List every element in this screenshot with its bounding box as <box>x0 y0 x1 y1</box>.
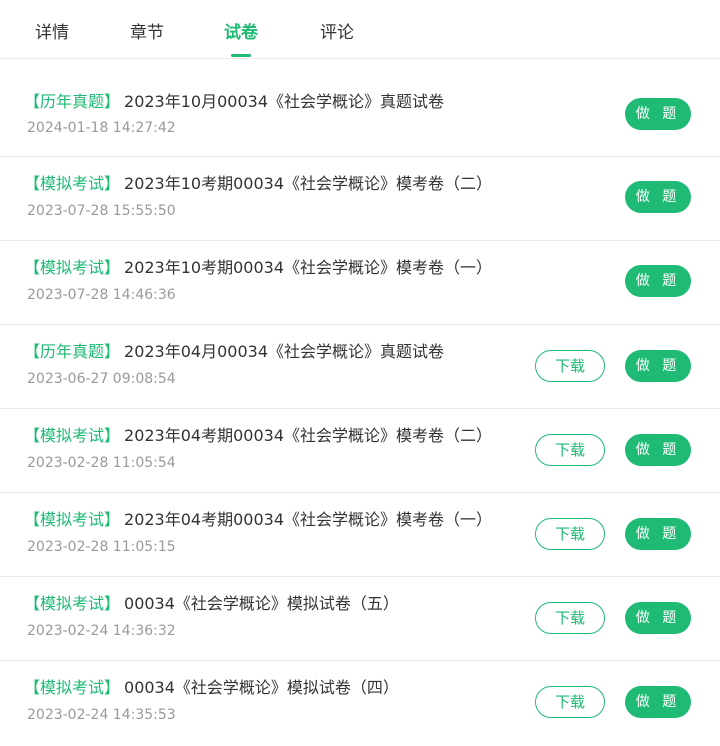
paper-tag: 【模拟考试】 <box>24 594 121 613</box>
paper-date: 2024-01-18 14:27:42 <box>27 120 176 136</box>
do-exercise-button[interactable]: 做 题 <box>625 602 691 634</box>
paper-title-line: 【模拟考试】 00034《社会学概论》模拟试卷（五） <box>24 593 399 615</box>
paper-date: 2023-07-28 15:55:50 <box>27 203 176 219</box>
paper-title: 00034《社会学概论》模拟试卷（四） <box>124 678 399 697</box>
tab-papers[interactable]: 试卷 <box>224 18 258 57</box>
paper-title: 2023年10月00034《社会学概论》真题试卷 <box>124 92 444 111</box>
paper-tag: 【模拟考试】 <box>24 510 121 529</box>
paper-row[interactable]: 【历年真题】 2023年10月00034《社会学概论》真题试卷 2024-01-1… <box>0 60 720 157</box>
paper-tag: 【模拟考试】 <box>24 426 121 445</box>
do-exercise-button[interactable]: 做 题 <box>625 686 691 718</box>
paper-title-line: 【模拟考试】 2023年04考期00034《社会学概论》模考卷（二） <box>24 425 492 447</box>
tab-papers-label: 试卷 <box>224 23 258 43</box>
download-button[interactable]: 下载 <box>535 602 605 634</box>
do-exercise-button[interactable]: 做 题 <box>625 518 691 550</box>
paper-tag: 【历年真题】 <box>24 342 121 361</box>
paper-date: 2023-02-24 14:35:53 <box>27 707 176 723</box>
paper-row[interactable]: 【历年真题】 2023年04月00034《社会学概论》真题试卷 2023-06-2… <box>0 325 720 409</box>
download-button[interactable]: 下载 <box>535 434 605 466</box>
paper-title: 2023年04考期00034《社会学概论》模考卷（二） <box>124 426 492 445</box>
do-exercise-button[interactable]: 做 题 <box>625 350 691 382</box>
paper-row[interactable]: 【模拟考试】 2023年10考期00034《社会学概论》模考卷（一） 2023-0… <box>0 241 720 325</box>
tab-comments[interactable]: 评论 <box>320 18 354 43</box>
do-exercise-button[interactable]: 做 题 <box>625 181 691 213</box>
paper-tag: 【模拟考试】 <box>24 678 121 697</box>
paper-title: 2023年10考期00034《社会学概论》模考卷（二） <box>124 174 492 193</box>
paper-title-line: 【模拟考试】 2023年10考期00034《社会学概论》模考卷（二） <box>24 173 492 195</box>
paper-title-line: 【模拟考试】 00034《社会学概论》模拟试卷（四） <box>24 677 399 699</box>
do-exercise-button[interactable]: 做 题 <box>625 265 691 297</box>
paper-list: 【历年真题】 2023年10月00034《社会学概论》真题试卷 2024-01-1… <box>0 60 720 745</box>
tab-bar: 详情 章节 试卷 评论 <box>0 0 720 59</box>
do-exercise-button[interactable]: 做 题 <box>625 98 691 130</box>
paper-title-line: 【历年真题】 2023年04月00034《社会学概论》真题试卷 <box>24 341 444 363</box>
paper-date: 2023-07-28 14:46:36 <box>27 287 176 303</box>
paper-title: 2023年04月00034《社会学概论》真题试卷 <box>124 342 444 361</box>
paper-tag: 【模拟考试】 <box>24 174 121 193</box>
paper-title: 00034《社会学概论》模拟试卷（五） <box>124 594 399 613</box>
paper-date: 2023-02-28 11:05:54 <box>27 455 176 471</box>
paper-row[interactable]: 【模拟考试】 00034《社会学概论》模拟试卷（五） 2023-02-24 14:… <box>0 577 720 661</box>
paper-tag: 【历年真题】 <box>24 92 121 111</box>
download-button[interactable]: 下载 <box>535 686 605 718</box>
paper-row[interactable]: 【模拟考试】 2023年10考期00034《社会学概论》模考卷（二） 2023-0… <box>0 157 720 241</box>
paper-date: 2023-02-28 11:05:15 <box>27 539 176 555</box>
paper-row[interactable]: 【模拟考试】 2023年04考期00034《社会学概论》模考卷（二） 2023-0… <box>0 409 720 493</box>
paper-title-line: 【历年真题】 2023年10月00034《社会学概论》真题试卷 <box>24 91 444 113</box>
download-button[interactable]: 下载 <box>535 518 605 550</box>
paper-row[interactable]: 【模拟考试】 00034《社会学概论》模拟试卷（四） 2023-02-24 14:… <box>0 661 720 745</box>
active-tab-indicator <box>231 54 251 57</box>
tab-details[interactable]: 详情 <box>35 18 69 43</box>
paper-date: 2023-06-27 09:08:54 <box>27 371 176 387</box>
download-button[interactable]: 下载 <box>535 350 605 382</box>
paper-tag: 【模拟考试】 <box>24 258 121 277</box>
paper-title: 2023年10考期00034《社会学概论》模考卷（一） <box>124 258 492 277</box>
paper-row[interactable]: 【模拟考试】 2023年04考期00034《社会学概论》模考卷（一） 2023-0… <box>0 493 720 577</box>
paper-date: 2023-02-24 14:36:32 <box>27 623 176 639</box>
paper-title: 2023年04考期00034《社会学概论》模考卷（一） <box>124 510 492 529</box>
paper-title-line: 【模拟考试】 2023年04考期00034《社会学概论》模考卷（一） <box>24 509 492 531</box>
do-exercise-button[interactable]: 做 题 <box>625 434 691 466</box>
tab-chapters[interactable]: 章节 <box>130 18 164 43</box>
paper-title-line: 【模拟考试】 2023年10考期00034《社会学概论》模考卷（一） <box>24 257 492 279</box>
